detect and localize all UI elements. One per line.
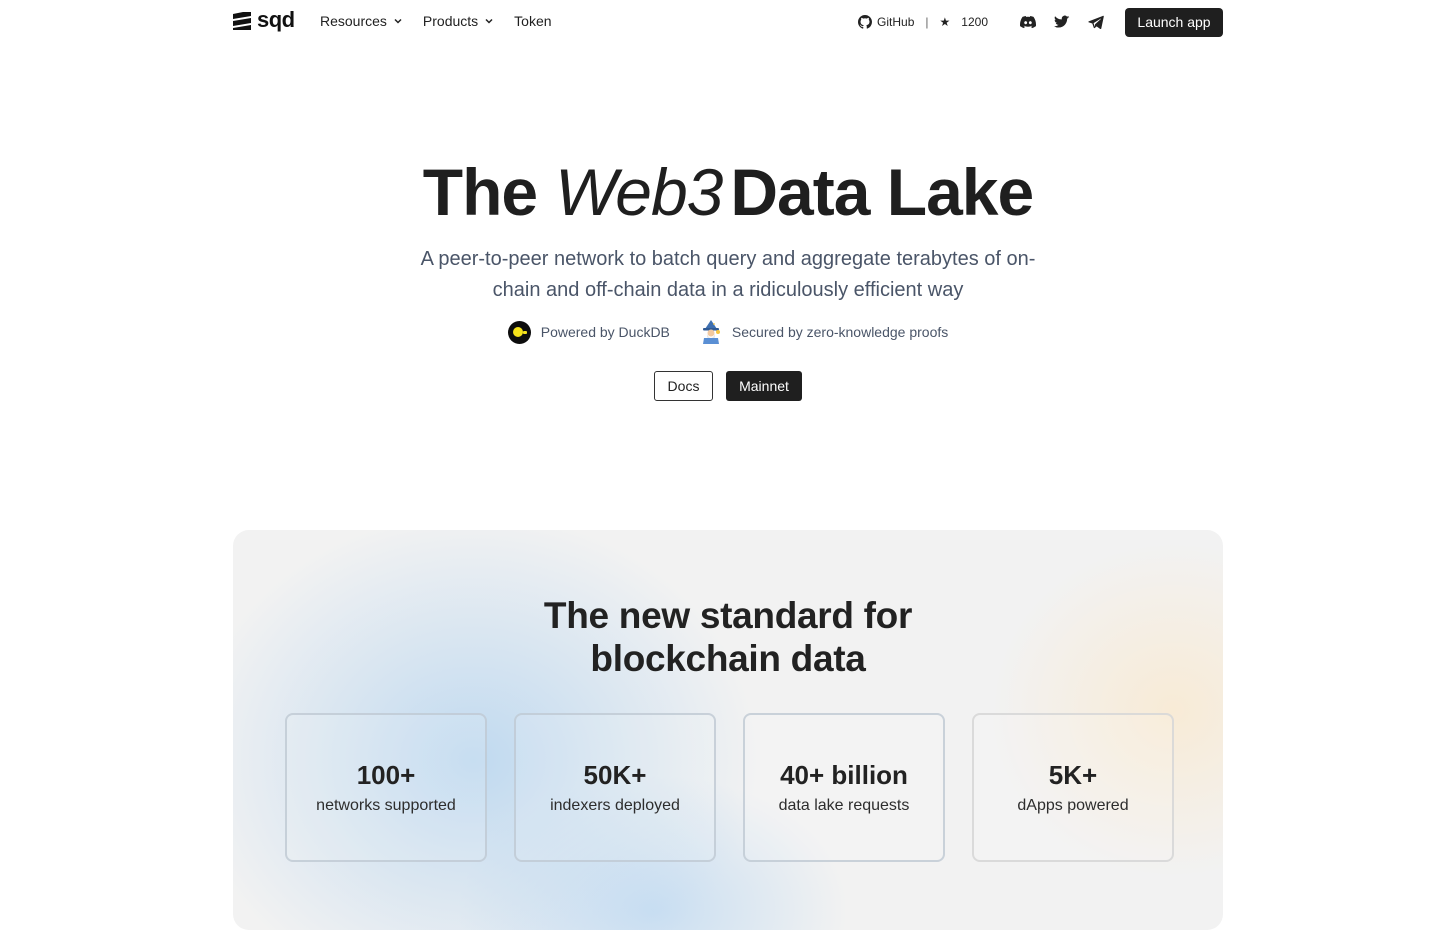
- nav-item-label: Token: [514, 13, 552, 29]
- hero-badges: Powered by DuckDB Secured by zero-knowle…: [0, 320, 1456, 344]
- stat-value: 50K+: [583, 760, 647, 790]
- stat-label: networks supported: [316, 797, 456, 814]
- stat-label: dApps powered: [1017, 797, 1129, 814]
- sqd-logo[interactable]: sqd: [233, 9, 295, 33]
- launch-app-button[interactable]: Launch app: [1125, 7, 1223, 37]
- hero-subtitle: A peer-to-peer network to batch query an…: [420, 248, 1036, 301]
- main-menu: Resources Products Token: [320, 12, 552, 30]
- nav-item-token[interactable]: Token: [514, 12, 551, 30]
- mainnet-button[interactable]: Mainnet: [726, 371, 802, 401]
- github-label: GitHub: [877, 15, 915, 29]
- chevron-down-icon: [394, 18, 402, 24]
- nav-item-label: Resources: [320, 13, 387, 29]
- telegram-icon[interactable]: [1088, 14, 1104, 30]
- duckdb-icon: [507, 320, 531, 344]
- stat-card-networks: 100+ networks supported: [285, 713, 487, 862]
- stat-value: 100+: [356, 760, 416, 790]
- hero-title-post: Data Lake: [730, 155, 1034, 229]
- stat-value: 5K+: [1048, 760, 1098, 790]
- nav-item-products[interactable]: Products: [423, 12, 494, 30]
- zk-proofs-badge: Secured by zero-knowledge proofs: [700, 320, 948, 344]
- top-navigation: sqd Resources Products Token GitHub | ★: [0, 0, 1456, 42]
- stats-title: The new standard for blockchain data: [233, 594, 1223, 680]
- nav-item-label: Products: [422, 13, 479, 29]
- github-stars-count: 1200: [961, 15, 988, 29]
- stat-value: 40+ billion: [780, 760, 908, 790]
- twitter-icon[interactable]: [1054, 14, 1070, 30]
- sqd-logo-icon: [233, 12, 251, 30]
- logo-text: sqd: [257, 7, 295, 32]
- duckdb-badge: Powered by DuckDB: [507, 320, 670, 344]
- hero-title: The Web3 Data Lake: [0, 152, 1456, 232]
- stats-title-text: The new standard for blockchain data: [543, 595, 913, 679]
- stat-card-dapps: 5K+ dApps powered: [972, 713, 1174, 862]
- stat-label: indexers deployed: [550, 797, 680, 814]
- stat-card-requests: 40+ billion data lake requests: [743, 713, 945, 862]
- stats-cards: 100+ networks supported 50K+ indexers de…: [285, 713, 1174, 862]
- stats-section: The new standard for blockchain data 100…: [233, 530, 1223, 930]
- docs-button[interactable]: Docs: [654, 371, 713, 401]
- hero-cta-group: Docs Mainnet: [0, 371, 1456, 401]
- zk-badge-label: Secured by zero-knowledge proofs: [731, 324, 949, 340]
- wizard-icon: [702, 320, 720, 344]
- nav-right-group: GitHub | ★ 1200 Launch app: [858, 7, 1223, 37]
- nav-item-resources[interactable]: Resources: [320, 12, 403, 30]
- github-separator: |: [925, 15, 929, 29]
- stat-label: data lake requests: [778, 797, 910, 814]
- chevron-down-icon: [485, 18, 493, 24]
- hero-title-pre: The: [422, 155, 538, 229]
- github-icon: [858, 15, 873, 29]
- stat-card-indexers: 50K+ indexers deployed: [514, 713, 716, 862]
- star-icon: ★: [939, 15, 951, 29]
- discord-icon[interactable]: [1020, 14, 1036, 30]
- github-link[interactable]: GitHub | ★ 1200: [858, 15, 988, 29]
- duckdb-badge-label: Powered by DuckDB: [540, 324, 670, 340]
- social-links: [1020, 14, 1104, 30]
- hero-title-italic: Web3: [555, 155, 723, 229]
